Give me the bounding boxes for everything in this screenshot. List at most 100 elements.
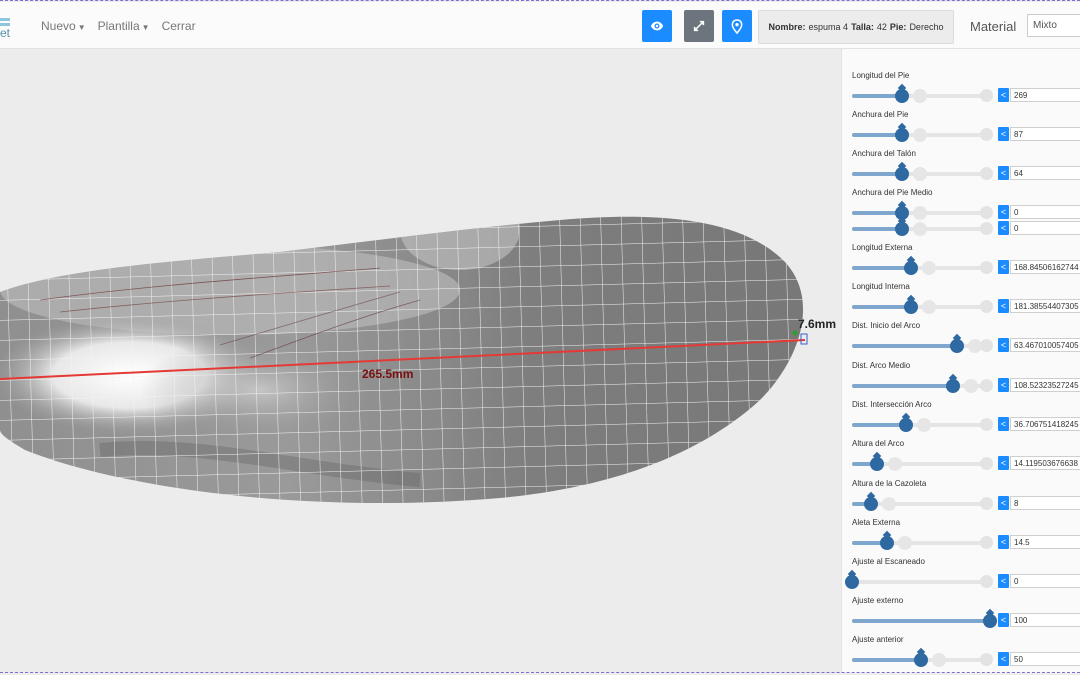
slider-handle[interactable] xyxy=(949,339,964,353)
slider-handle[interactable] xyxy=(869,457,884,471)
slider-ghost-handle xyxy=(912,128,927,142)
decrement-button[interactable]: < xyxy=(998,205,1009,219)
slider-end-handle xyxy=(980,300,993,313)
param-value-input[interactable]: 36.706751418245 xyxy=(1010,417,1080,431)
patient-info-box: Nombre: espuma 4 Talla: 42 Pie: Derecho xyxy=(758,10,954,44)
param-value-input[interactable]: 8 xyxy=(1010,496,1080,510)
param-row: <14.119503676638 xyxy=(842,456,1080,471)
slider-handle[interactable] xyxy=(983,614,997,628)
decrement-button[interactable]: < xyxy=(998,166,1009,180)
param-label: Ajuste externo xyxy=(852,596,904,605)
param-value-input[interactable]: 0 xyxy=(1010,205,1080,219)
param-row: <0 xyxy=(842,221,1080,236)
param-slider[interactable] xyxy=(852,89,990,103)
param-value-input[interactable]: 63.467010057405 xyxy=(1010,338,1080,352)
menu-item-cerrar[interactable]: Cerrar xyxy=(162,19,196,33)
slider-handle[interactable] xyxy=(845,575,859,589)
decrement-button[interactable]: < xyxy=(998,88,1009,102)
param-value-input[interactable]: 0 xyxy=(1010,574,1080,588)
caret-down-icon: ▼ xyxy=(141,23,150,32)
insole-3d-viewport[interactable]: 265.5mm 7.6mm xyxy=(0,49,840,673)
decrement-button[interactable]: < xyxy=(998,535,1009,549)
slider-ghost-handle xyxy=(912,167,927,181)
param-value-input[interactable]: 0 xyxy=(1010,221,1080,235)
param-slider[interactable] xyxy=(852,418,990,432)
marker-button[interactable] xyxy=(722,10,752,42)
decrement-button[interactable]: < xyxy=(998,417,1009,431)
talla-label: Talla: xyxy=(851,22,874,32)
param-row: <87 xyxy=(842,127,1080,142)
param-value-input[interactable]: 269 xyxy=(1010,88,1080,102)
slider-handle[interactable] xyxy=(894,128,909,142)
param-row: <36.706751418245 xyxy=(842,417,1080,432)
decrement-button[interactable]: < xyxy=(998,378,1009,392)
slider-handle[interactable] xyxy=(894,222,909,236)
param-row: <100 xyxy=(842,613,1080,628)
param-value-input[interactable]: 87 xyxy=(1010,127,1080,141)
toggle-view-button[interactable] xyxy=(642,10,672,42)
param-slider[interactable] xyxy=(852,167,990,181)
material-label: Material xyxy=(970,19,1017,34)
param-value-input[interactable]: 50 xyxy=(1010,652,1080,666)
decrement-button[interactable]: < xyxy=(998,221,1009,235)
param-row: <181.38554407305 xyxy=(842,299,1080,314)
decrement-button[interactable]: < xyxy=(998,260,1009,274)
param-value-input[interactable]: 14.5 xyxy=(1010,535,1080,549)
param-slider[interactable] xyxy=(852,339,990,353)
talla-value: 42 xyxy=(876,22,887,32)
decrement-button[interactable]: < xyxy=(998,127,1009,141)
param-row: <269 xyxy=(842,88,1080,103)
decrement-button[interactable]: < xyxy=(998,456,1009,470)
material-select[interactable]: Mixto xyxy=(1027,14,1080,37)
expand-measure-button[interactable] xyxy=(684,10,714,42)
decrement-button[interactable]: < xyxy=(998,574,1009,588)
param-slider[interactable] xyxy=(852,261,990,275)
slider-ghost-handle xyxy=(963,379,978,393)
app-logo[interactable]: et xyxy=(0,18,14,40)
param-slider[interactable] xyxy=(852,300,990,314)
slider-handle[interactable] xyxy=(904,300,919,314)
param-slider[interactable] xyxy=(852,128,990,142)
decrement-button[interactable]: < xyxy=(998,338,1009,352)
param-slider[interactable] xyxy=(845,575,990,589)
frame-top-border xyxy=(0,0,1080,1)
param-value-input[interactable]: 108.52323527245 xyxy=(1010,378,1080,392)
param-value-input[interactable]: 168.84506162744 xyxy=(1010,260,1080,274)
param-slider[interactable] xyxy=(852,536,990,550)
slider-handle[interactable] xyxy=(945,379,960,393)
slider-handle[interactable] xyxy=(914,653,928,667)
param-value-input[interactable]: 100 xyxy=(1010,613,1080,627)
nombre-label: Nombre: xyxy=(768,22,806,32)
slider-fill xyxy=(852,384,953,388)
param-label: Longitud del Pie xyxy=(852,71,910,80)
menu-item-nuevo[interactable]: Nuevo ▼ xyxy=(41,19,86,33)
param-row: <0 xyxy=(842,574,1080,589)
slider-end-handle xyxy=(980,261,993,274)
decrement-button[interactable]: < xyxy=(998,299,1009,313)
slider-ghost-handle xyxy=(922,300,937,314)
slider-handle[interactable] xyxy=(894,167,909,181)
decrement-button[interactable]: < xyxy=(998,652,1009,666)
slider-handle[interactable] xyxy=(864,497,879,511)
param-value-input[interactable]: 64 xyxy=(1010,166,1080,180)
param-slider[interactable] xyxy=(852,653,990,667)
decrement-button[interactable]: < xyxy=(998,496,1009,510)
param-value-input[interactable]: 14.119503676638 xyxy=(1010,456,1080,470)
param-slider[interactable] xyxy=(852,206,990,220)
slider-end-handle xyxy=(980,222,993,235)
slider-handle[interactable] xyxy=(894,89,909,103)
param-slider[interactable] xyxy=(852,379,990,393)
slider-handle[interactable] xyxy=(879,536,894,550)
slider-ghost-handle xyxy=(912,206,927,220)
slider-handle[interactable] xyxy=(904,261,919,275)
param-slider[interactable] xyxy=(852,614,997,628)
param-label: Ajuste anterior xyxy=(852,635,904,644)
menu-item-plantilla[interactable]: Plantilla ▼ xyxy=(98,19,150,33)
slider-handle[interactable] xyxy=(898,418,913,432)
param-slider[interactable] xyxy=(852,222,990,236)
param-value-input[interactable]: 181.38554407305 xyxy=(1010,299,1080,313)
param-slider[interactable] xyxy=(852,457,990,471)
param-slider[interactable] xyxy=(852,497,990,511)
decrement-button[interactable]: < xyxy=(998,613,1009,627)
param-label: Longitud Interna xyxy=(852,282,910,291)
